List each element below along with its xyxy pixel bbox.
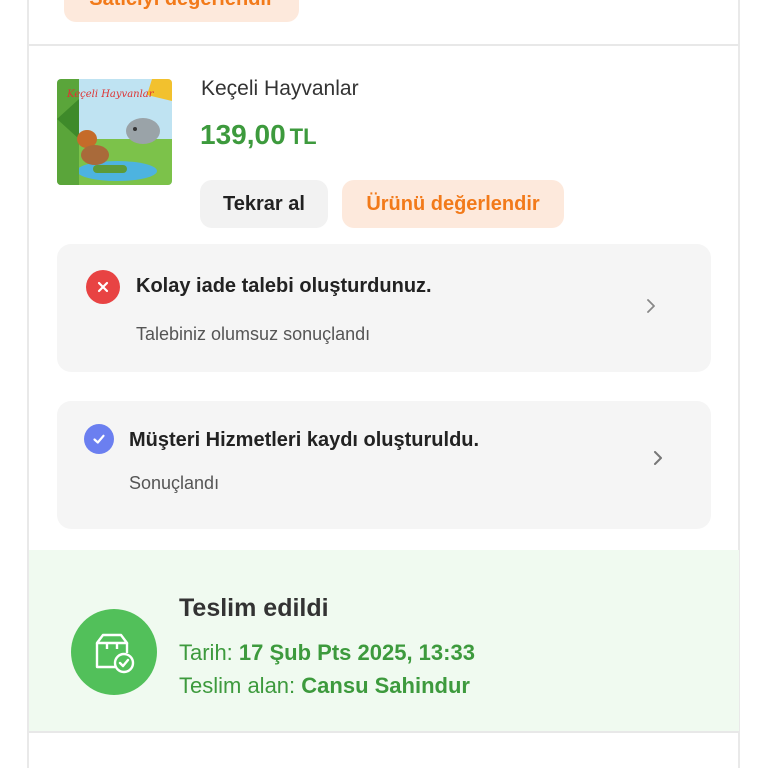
return-request-title: Kolay iade talebi oluşturdunuz. (136, 275, 432, 297)
divider (29, 44, 739, 46)
product-name[interactable]: Keçeli Hayvanlar (201, 77, 359, 101)
chevron-right-icon (647, 299, 655, 313)
price-currency: TL (289, 124, 317, 149)
delivery-date-value: 17 Şub Pts 2025, 13:33 (238, 640, 475, 665)
delivery-date-label: Tarih: (179, 640, 233, 665)
rate-seller-button[interactable]: Satıcıyı değerlendir (64, 0, 299, 22)
product-image-title: Keçeli Hayvanlar (66, 89, 155, 100)
rate-product-button[interactable]: Ürünü değerlendir (342, 180, 564, 228)
customer-service-status: Sonuçlandı (129, 473, 220, 493)
divider (29, 731, 739, 733)
chevron-right-icon (654, 451, 662, 465)
customer-service-card[interactable]: Müşteri Hizmetleri kaydı oluşturuldu. So… (57, 401, 711, 529)
delivery-receiver-label: Teslim alan: (179, 673, 296, 698)
customer-service-title: Müşteri Hizmetleri kaydı oluşturuldu. (129, 429, 480, 451)
delivery-title: Teslim edildi (179, 594, 329, 622)
product-price: 139,00 TL (200, 119, 317, 151)
delivery-receiver: Teslim alan: Cansu Sahindur (179, 673, 470, 699)
x-icon (86, 270, 120, 304)
check-icon (84, 424, 114, 454)
rebuy-button[interactable]: Tekrar al (200, 180, 328, 228)
return-request-status: Talebiniz olumsuz sonuçlandı (136, 324, 371, 344)
product-image[interactable]: Keçeli Hayvanlar (57, 79, 172, 185)
price-value: 139,00 (200, 119, 286, 150)
package-check-icon (71, 609, 157, 695)
delivery-receiver-value: Cansu Sahindur (301, 673, 470, 698)
return-request-card[interactable]: Kolay iade talebi oluşturdunuz. Talebini… (57, 244, 711, 372)
delivery-date: Tarih: 17 Şub Pts 2025, 13:33 (179, 640, 475, 666)
